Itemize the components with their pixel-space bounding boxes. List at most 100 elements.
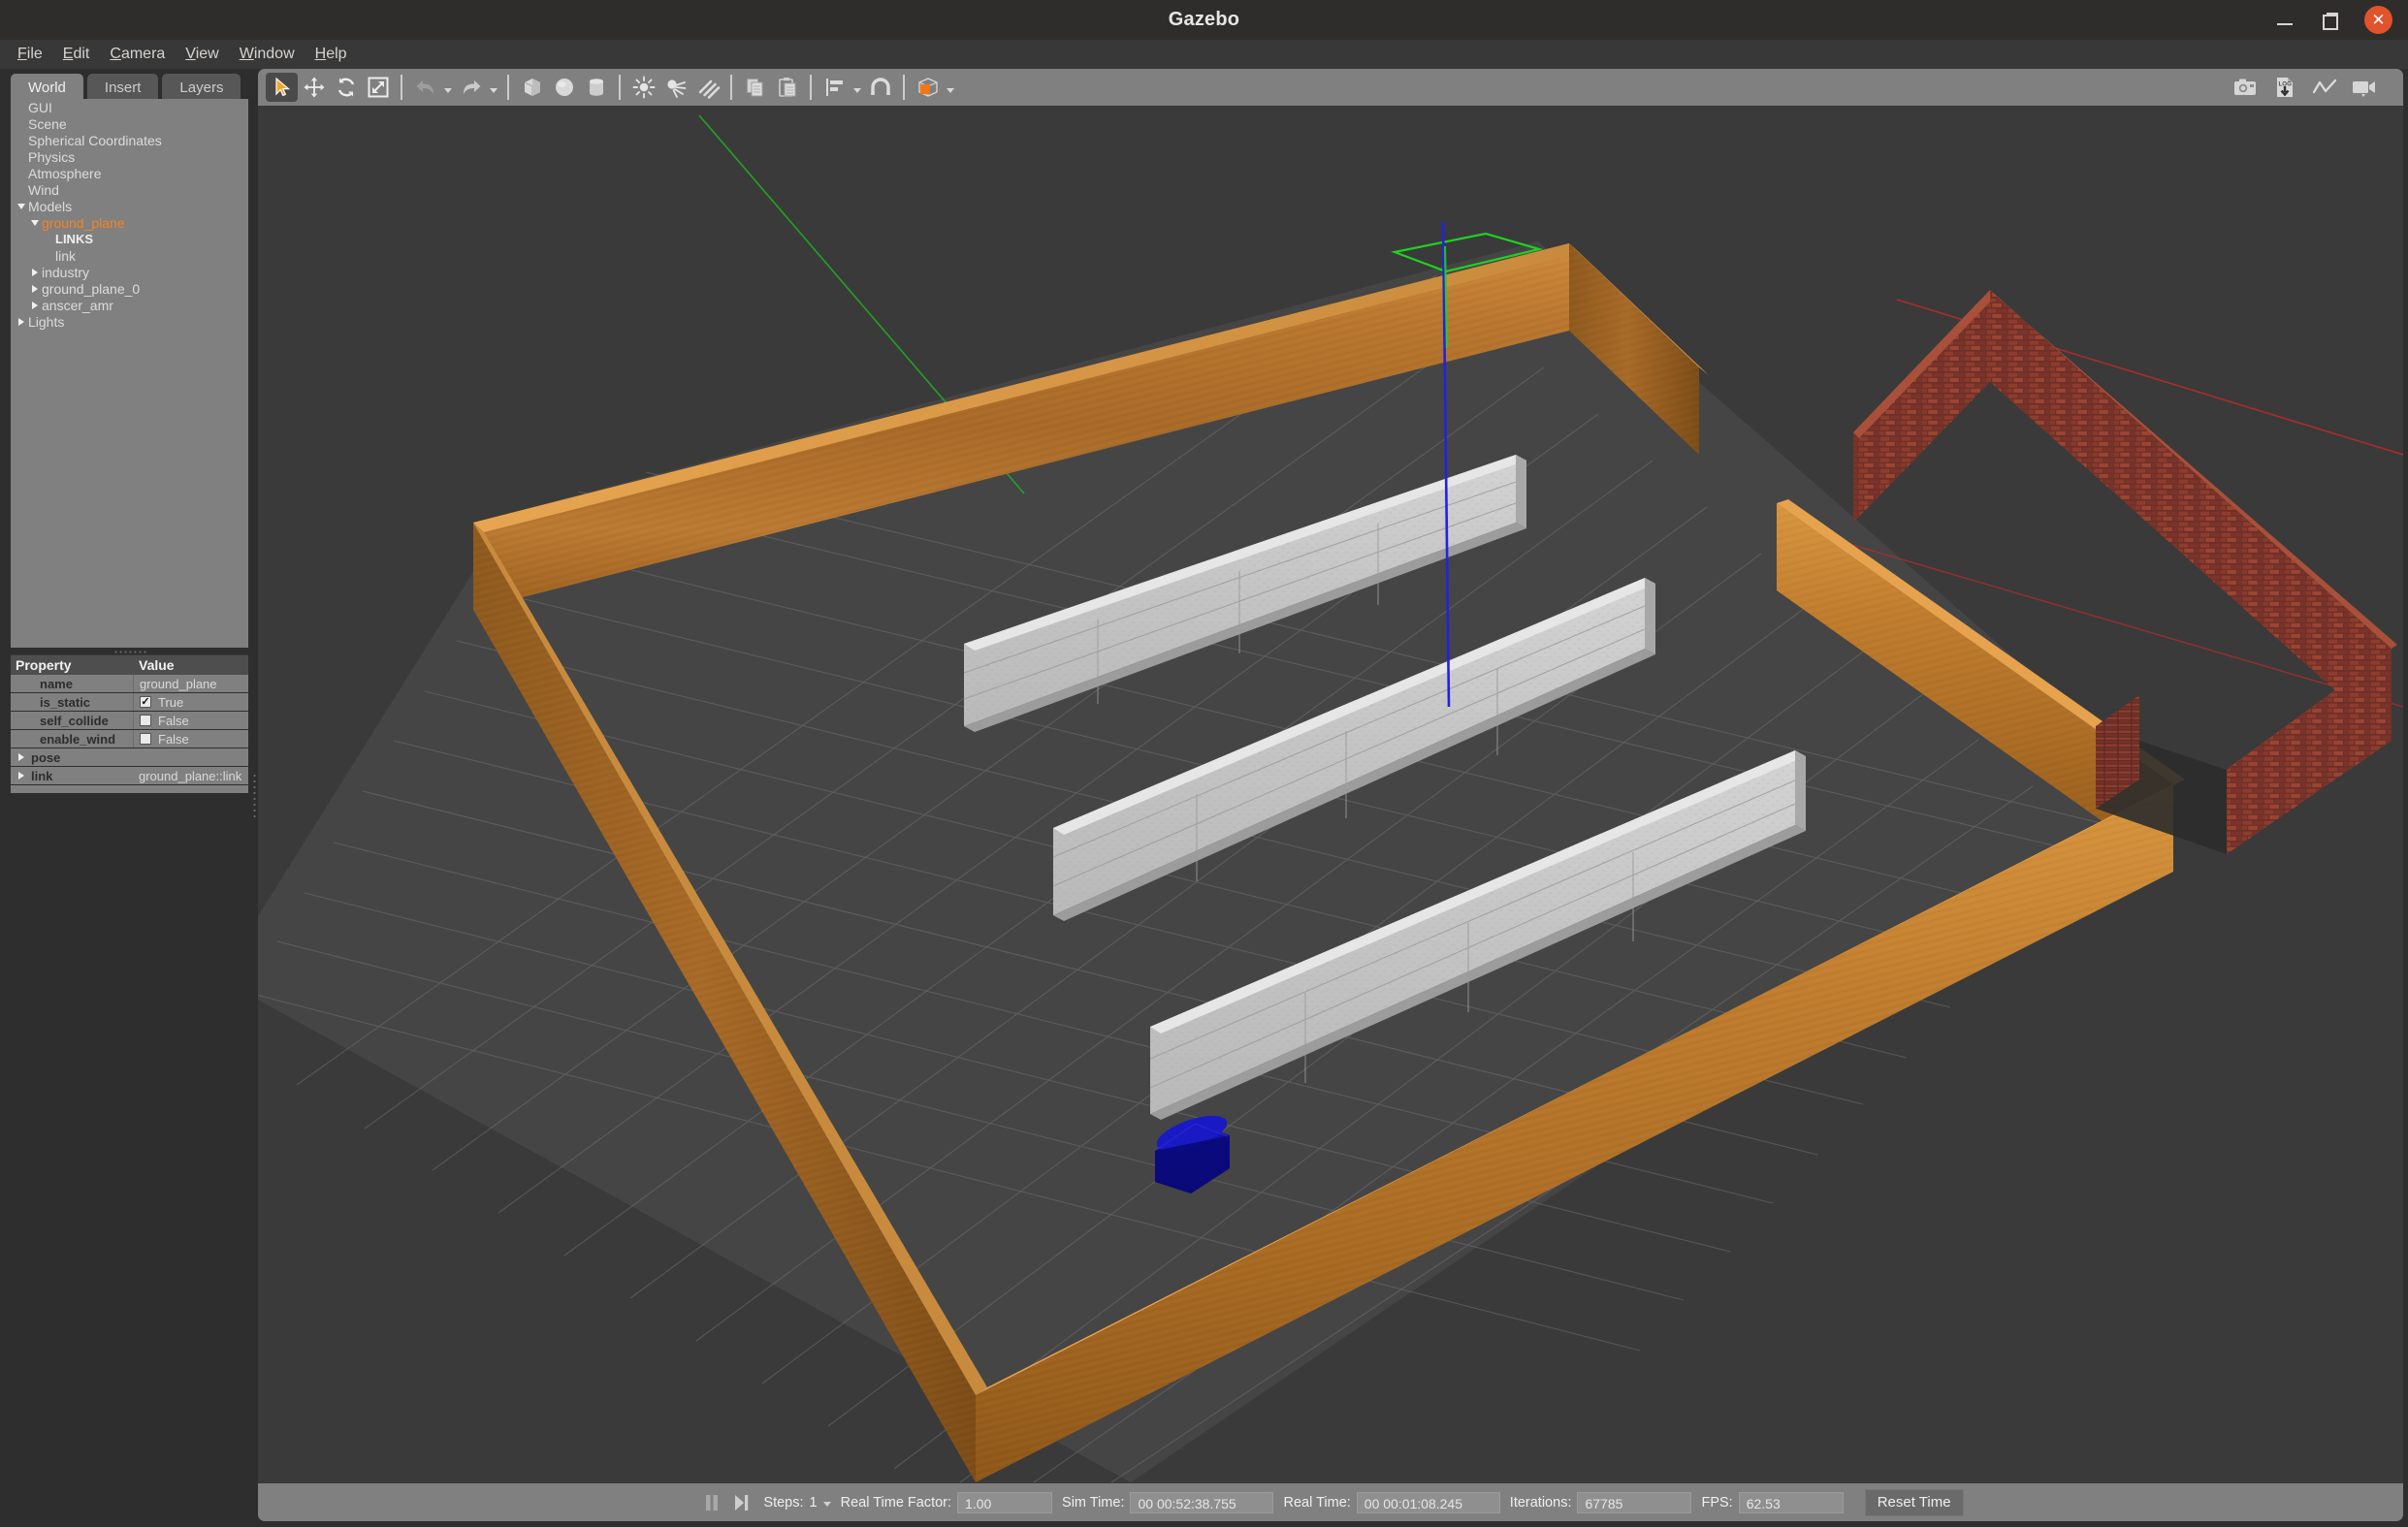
tree-item-label: GUI: [28, 99, 52, 115]
video-record-button[interactable]: [2348, 73, 2380, 102]
property-value[interactable]: [133, 748, 248, 766]
property-row[interactable]: link ground_plane::link: [11, 767, 248, 785]
checkbox-icon[interactable]: [140, 696, 151, 708]
align-button[interactable]: [819, 73, 851, 102]
property-row[interactable]: self_collide False: [11, 712, 248, 730]
directional-light-button[interactable]: [691, 73, 723, 102]
viewport-3d[interactable]: [258, 106, 2403, 1483]
redo-dropdown-caret-icon[interactable]: [487, 73, 500, 102]
splitter-grip-icon: [252, 773, 256, 817]
tree-item-label: industry: [42, 264, 90, 280]
align-dropdown-caret-icon[interactable]: [851, 73, 864, 102]
property-row[interactable]: is_static True: [11, 693, 248, 712]
select-mode-button[interactable]: [266, 73, 298, 102]
menu-window[interactable]: Window: [230, 43, 305, 66]
toolbar-separator: [401, 75, 402, 100]
chevron-right-icon[interactable]: [28, 268, 42, 276]
steps-dropdown-caret-icon[interactable]: [822, 1501, 831, 1507]
close-icon[interactable]: ✕: [2364, 6, 2392, 34]
plot-button[interactable]: [2308, 73, 2340, 102]
view-mode-dropdown-caret-icon[interactable]: [944, 73, 957, 102]
tree-item-gui[interactable]: GUI: [11, 99, 248, 115]
chevron-right-icon[interactable]: [28, 284, 42, 293]
tree-item-physics[interactable]: Physics: [11, 148, 248, 165]
steps-control[interactable]: Steps: 1: [763, 1495, 831, 1511]
menu-edit[interactable]: Edit: [53, 43, 100, 66]
checkbox-icon[interactable]: [140, 733, 151, 745]
insert-box-button[interactable]: [516, 73, 548, 102]
tab-world[interactable]: World: [11, 74, 83, 102]
tree-item-industry[interactable]: industry: [11, 264, 248, 280]
tree-item-wind[interactable]: Wind: [11, 181, 248, 198]
scale-mode-button[interactable]: [362, 73, 394, 102]
undo-button[interactable]: [409, 73, 441, 102]
chevron-right-icon[interactable]: [18, 753, 24, 761]
real-time-factor-label: Real Time Factor:: [840, 1494, 952, 1511]
property-key-label: is_static: [40, 694, 91, 710]
iterations-group: Iterations: 67785: [1500, 1491, 1692, 1513]
toolbar-separator: [903, 75, 905, 100]
property-value[interactable]: False: [133, 712, 248, 729]
menu-help[interactable]: Help: [305, 43, 357, 66]
tree-item-spherical-coordinates[interactable]: Spherical Coordinates: [11, 132, 248, 148]
menu-file[interactable]: File: [8, 43, 52, 66]
window-titlebar: Gazebo ✕: [0, 0, 2408, 40]
chevron-right-icon[interactable]: [15, 317, 28, 326]
chevron-right-icon[interactable]: [18, 772, 24, 779]
rotate-mode-button[interactable]: [330, 73, 362, 102]
tree-item-models[interactable]: Models: [11, 198, 248, 214]
snap-button[interactable]: [864, 73, 896, 102]
menu-camera[interactable]: Camera: [100, 43, 175, 66]
copy-button[interactable]: [739, 73, 771, 102]
paste-button[interactable]: [771, 73, 803, 102]
toolbar-separator: [619, 75, 621, 100]
property-value-label: False: [158, 713, 189, 728]
sim-time-group: Sim Time: 00 00:52:38.755: [1052, 1491, 1274, 1513]
screenshot-button[interactable]: [2229, 73, 2261, 102]
insert-sphere-button[interactable]: [548, 73, 580, 102]
tree-item-ground-plane-0[interactable]: ground_plane_0: [11, 280, 248, 297]
checkbox-icon[interactable]: [140, 715, 151, 726]
chevron-down-icon[interactable]: [15, 203, 28, 209]
panel-splitter[interactable]: [250, 69, 258, 1521]
property-row[interactable]: name ground_plane: [11, 675, 248, 693]
world-tree[interactable]: GUI Scene Spherical Coordinates Physics Atmo…: [11, 99, 248, 648]
reset-time-button[interactable]: Reset Time: [1864, 1488, 1964, 1516]
tree-item-scene[interactable]: Scene: [11, 115, 248, 132]
spot-light-button[interactable]: [659, 73, 691, 102]
tab-layers[interactable]: Layers: [162, 74, 241, 102]
menubar: File Edit Camera View Window Help: [0, 40, 2408, 69]
property-value[interactable]: True: [133, 693, 248, 711]
tree-item-anscer-amr[interactable]: anscer_amr: [11, 297, 248, 313]
insert-cylinder-button[interactable]: [580, 73, 612, 102]
log-record-button[interactable]: LOG: [2268, 73, 2300, 102]
step-forward-button[interactable]: [726, 1489, 755, 1516]
tab-insert[interactable]: Insert: [86, 74, 159, 102]
maximize-icon[interactable]: [2320, 11, 2339, 30]
property-key: link: [11, 769, 133, 783]
menu-view[interactable]: View: [176, 43, 228, 66]
minimize-icon[interactable]: [2275, 11, 2295, 30]
view-mode-button[interactable]: [912, 73, 944, 102]
property-value[interactable]: False: [133, 730, 248, 748]
undo-dropdown-caret-icon[interactable]: [441, 73, 455, 102]
window-title: Gazebo: [1168, 9, 1240, 30]
chevron-down-icon[interactable]: [28, 219, 42, 226]
property-row[interactable]: pose: [11, 748, 248, 767]
property-value[interactable]: ground_plane::link: [133, 767, 248, 784]
pause-button[interactable]: [697, 1489, 726, 1516]
tree-item-atmosphere[interactable]: Atmosphere: [11, 165, 248, 181]
property-key-label: enable_wind: [40, 731, 116, 747]
property-row[interactable]: enable_wind False: [11, 730, 248, 748]
chevron-right-icon[interactable]: [28, 301, 42, 309]
tree-item-lights[interactable]: Lights: [11, 313, 248, 330]
tree-item-link[interactable]: link: [11, 247, 248, 264]
tree-item-links[interactable]: LINKS: [11, 231, 248, 247]
property-key-label: self_collide: [40, 713, 109, 728]
property-value[interactable]: ground_plane: [133, 675, 248, 692]
tree-item-ground-plane[interactable]: ground_plane: [11, 214, 248, 231]
point-light-button[interactable]: [627, 73, 659, 102]
tree-item-label: Models: [28, 198, 73, 214]
translate-mode-button[interactable]: [298, 73, 330, 102]
redo-button[interactable]: [455, 73, 487, 102]
